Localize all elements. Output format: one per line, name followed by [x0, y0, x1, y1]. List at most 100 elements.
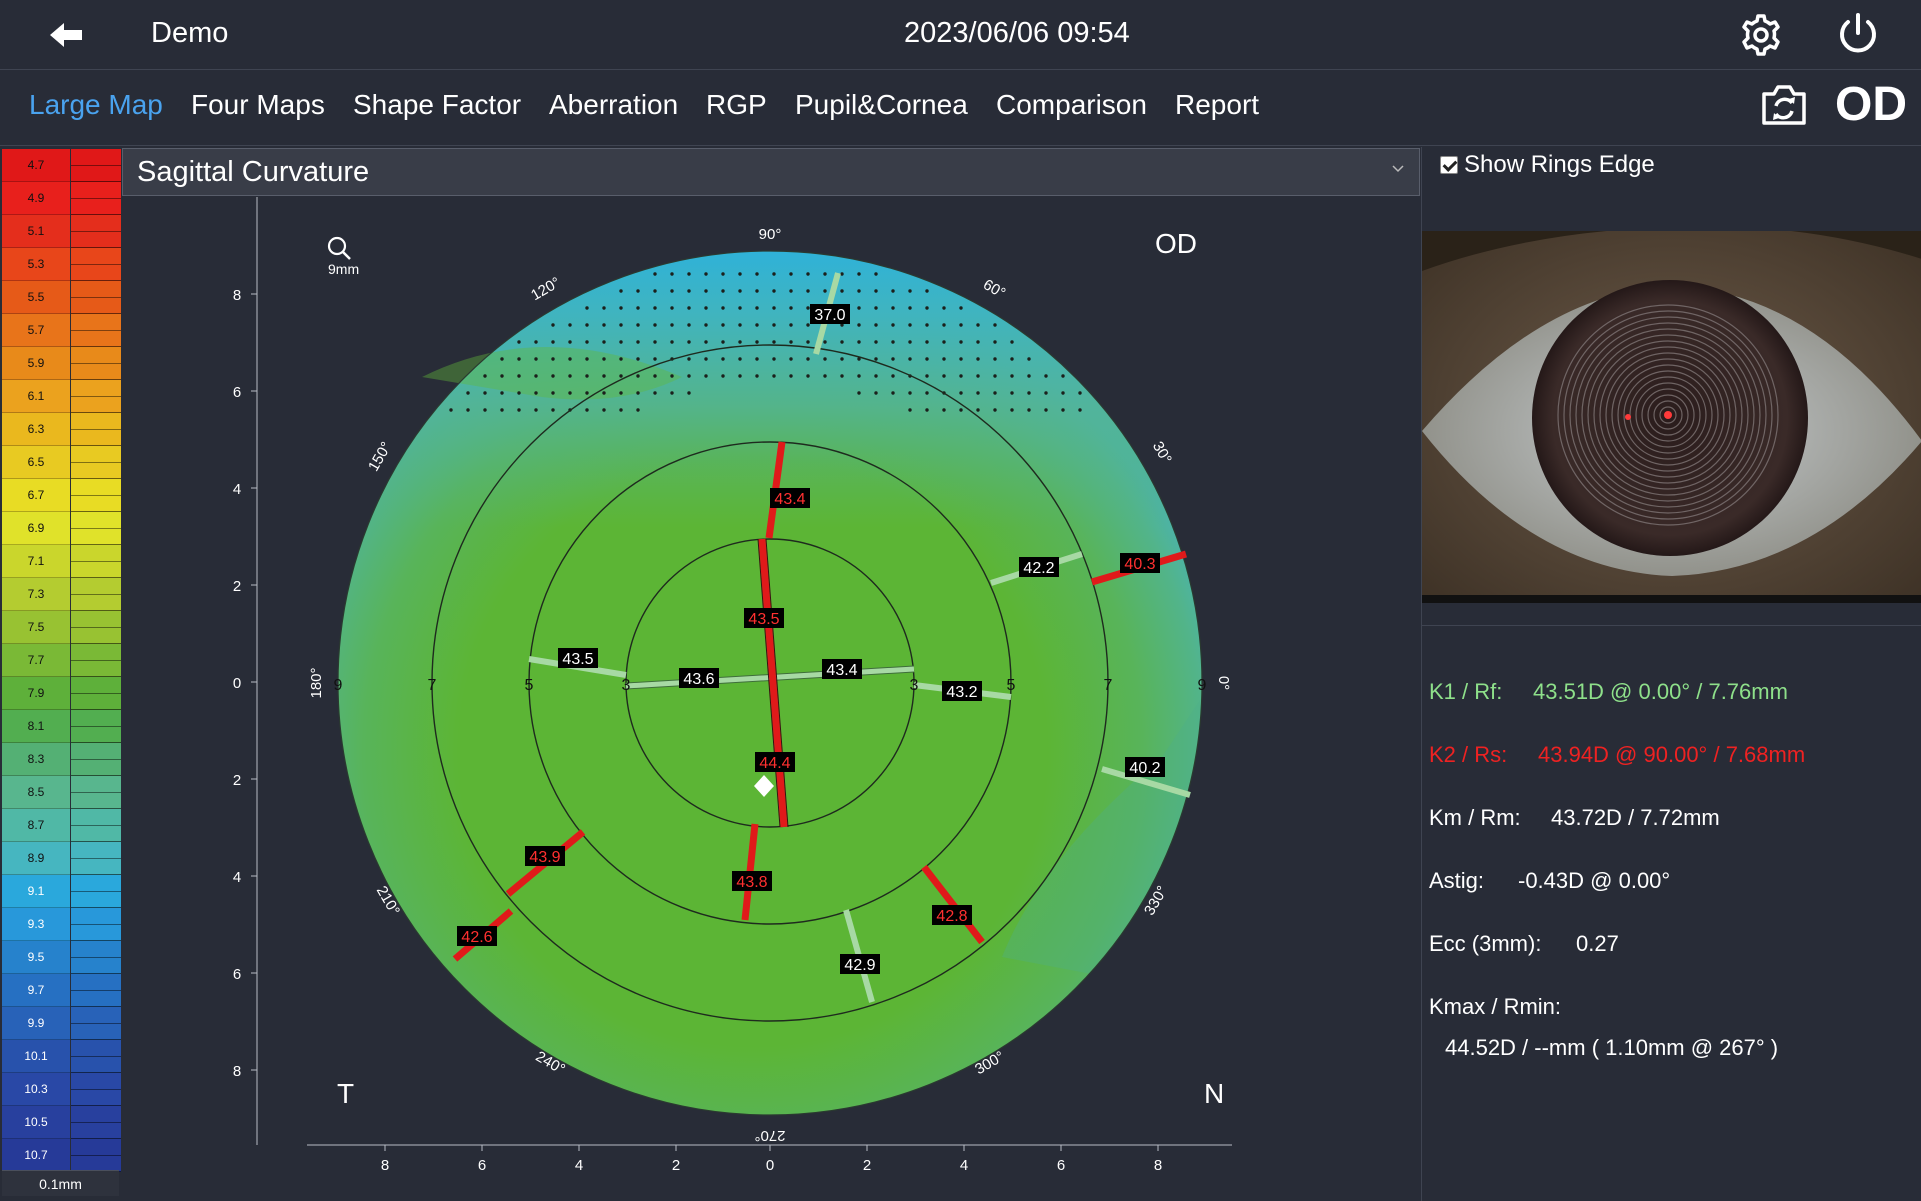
scale-row: 5.9: [2, 347, 121, 380]
scale-value: 9.7: [2, 974, 70, 1007]
scale-value: 4.7: [2, 149, 70, 182]
scale-swatch: [71, 281, 121, 314]
km-value: 43.72D / 7.72mm: [1551, 805, 1720, 830]
scale-row: 6.3: [2, 413, 121, 446]
scale-row: 9.9: [2, 1007, 121, 1040]
tab-shape-factor[interactable]: Shape Factor: [353, 89, 521, 121]
camera-switch-button[interactable]: [1759, 80, 1809, 130]
scale-swatch: [71, 545, 121, 578]
curvature-value: 43.2: [946, 684, 977, 701]
y-tick-label: 0: [233, 675, 241, 692]
k2-row: K2 / Rs: 43.94D @ 90.00° / 7.68mm: [1429, 742, 1805, 768]
curvature-value: 43.6: [683, 671, 714, 688]
x-tick-label: 6: [1057, 1157, 1065, 1174]
scale-value: 4.9: [2, 182, 70, 215]
k1-row: K1 / Rf: 43.51D @ 0.00° / 7.76mm: [1429, 679, 1788, 705]
y-tick-label: 6: [233, 384, 241, 401]
scale-swatch: [71, 644, 121, 677]
k2-label: K2 / Rs:: [1429, 742, 1508, 767]
temporal-label: T: [337, 1078, 354, 1109]
zoom-control[interactable]: 9mm: [327, 236, 359, 277]
scale-row: 4.7: [2, 149, 121, 182]
scale-value: 9.9: [2, 1007, 70, 1040]
map-type-dropdown[interactable]: Sagittal Curvature: [122, 148, 1420, 196]
curvature-value: 40.3: [1124, 556, 1155, 573]
scale-row: 6.7: [2, 479, 121, 512]
scale-swatch: [71, 446, 121, 479]
scale-swatch: [71, 248, 121, 281]
scale-value: 10.1: [2, 1040, 70, 1073]
scale-swatch: [71, 413, 121, 446]
scale-swatch: [71, 677, 121, 710]
nasal-label: N: [1204, 1078, 1224, 1109]
scale-value: 7.5: [2, 611, 70, 644]
scale-value: 6.3: [2, 413, 70, 446]
scale-row: 6.5: [2, 446, 121, 479]
ring-label: 5: [1007, 677, 1016, 694]
scale-row: 8.7: [2, 809, 121, 842]
scale-row: 10.5: [2, 1106, 121, 1139]
x-tick-label: 4: [960, 1157, 968, 1174]
scale-swatch: [71, 578, 121, 611]
curvature-value: 44.4: [759, 755, 790, 772]
gear-icon: [1742, 14, 1780, 56]
scale-swatch: [71, 710, 121, 743]
back-button[interactable]: [44, 12, 90, 58]
scale-swatch: [71, 1106, 121, 1139]
scale-swatch: [71, 347, 121, 380]
tab-pupil-cornea[interactable]: Pupil&Cornea: [795, 89, 968, 121]
map-eye-label: OD: [1155, 228, 1197, 259]
scale-swatch: [71, 743, 121, 776]
tab-four-maps[interactable]: Four Maps: [191, 89, 325, 121]
y-tick-label: 2: [233, 772, 241, 789]
scale-swatch: [71, 1007, 121, 1040]
scale-value: 8.3: [2, 743, 70, 776]
scale-row: 8.3: [2, 743, 121, 776]
scale-value: 6.1: [2, 380, 70, 413]
rings-edge-checkbox[interactable]: [1440, 156, 1458, 174]
zoom-label: 9mm: [328, 261, 359, 277]
tab-comparison[interactable]: Comparison: [996, 89, 1147, 121]
scale-value: 7.1: [2, 545, 70, 578]
scale-row: 5.1: [2, 215, 121, 248]
tab-report[interactable]: Report: [1175, 89, 1259, 121]
show-rings-edge-toggle[interactable]: Show Rings Edge: [1440, 150, 1655, 180]
curvature-value: 43.4: [826, 662, 857, 679]
scale-value: 9.5: [2, 941, 70, 974]
curvature-value: 37.0: [814, 307, 845, 324]
scale-swatch: [71, 479, 121, 512]
scale-value: 7.9: [2, 677, 70, 710]
scale-swatch: [71, 1040, 121, 1073]
scale-swatch: [71, 512, 121, 545]
scale-row: 6.9: [2, 512, 121, 545]
scale-row: 6.1: [2, 380, 121, 413]
kmax-label-row: Kmax / Rmin:: [1429, 994, 1561, 1020]
ecc-label: Ecc (3mm):: [1429, 931, 1542, 956]
scale-swatch: [71, 974, 121, 1007]
curvature-value: 40.2: [1129, 760, 1160, 777]
topography-map[interactable]: 864202468 864202468 43.643.443.543.242.2…: [122, 197, 1420, 1201]
km-row: Km / Rm: 43.72D / 7.72mm: [1429, 805, 1720, 831]
tab-large-map[interactable]: Large Map: [29, 89, 163, 121]
curvature-value: 43.9: [529, 849, 560, 866]
scale-row: 7.9: [2, 677, 121, 710]
scale-value: 5.7: [2, 314, 70, 347]
scale-value: 6.9: [2, 512, 70, 545]
topography-map-area[interactable]: 864202468 864202468 43.6 43.4 43.5 43.2 …: [122, 197, 1420, 1201]
curvature-value: 43.8: [736, 874, 767, 891]
chevron-down-icon: [1392, 165, 1404, 173]
scale-row: 7.7: [2, 644, 121, 677]
curvature-value: 42.6: [461, 929, 492, 946]
power-button[interactable]: [1834, 11, 1882, 59]
tab-aberration[interactable]: Aberration: [549, 89, 678, 121]
curvature-value: 43.5: [562, 651, 593, 668]
y-axis-ticks: 8 6 4 2 0 2 4 6 8: [233, 287, 257, 1080]
angle-label: 120°: [528, 274, 563, 304]
scale-swatch: [71, 875, 121, 908]
settings-button[interactable]: [1737, 11, 1785, 59]
astig-value: -0.43D @ 0.00°: [1518, 868, 1671, 893]
tab-rgp[interactable]: RGP: [706, 89, 767, 121]
curvature-value: 42.2: [1023, 560, 1054, 577]
scale-row: 9.1: [2, 875, 121, 908]
angle-label: 30°: [1149, 439, 1175, 467]
